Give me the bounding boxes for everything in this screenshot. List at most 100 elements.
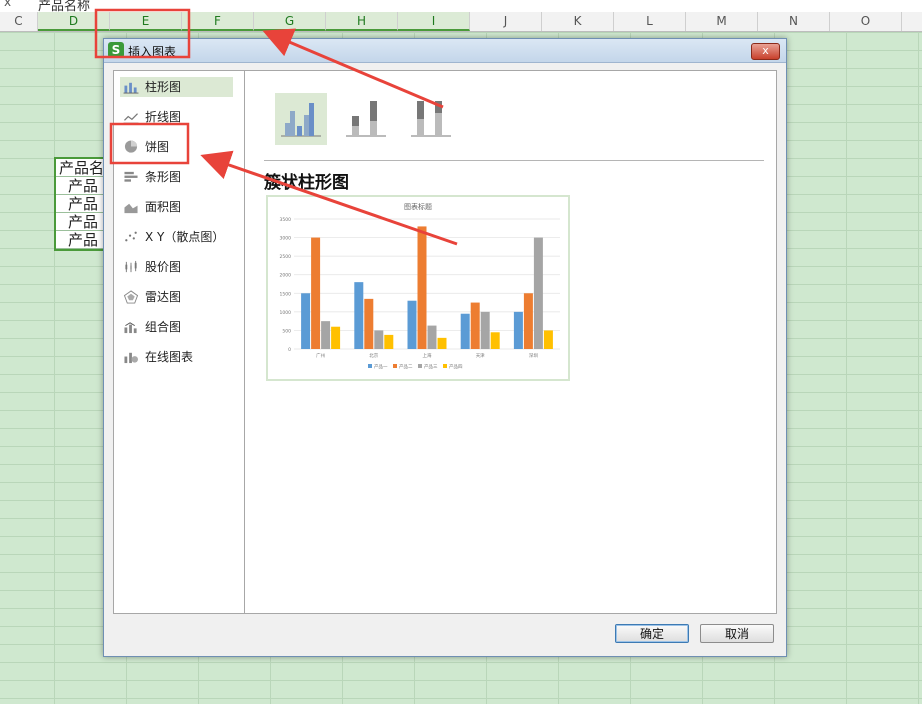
column-header-h[interactable]: H: [326, 12, 398, 31]
bar: [407, 300, 417, 349]
category-item-line-chart[interactable]: 折线图: [120, 107, 233, 127]
bar: [427, 325, 437, 349]
bar: [490, 332, 500, 349]
category-item-bar-chart[interactable]: 条形图: [120, 167, 233, 187]
cell[interactable]: 产品: [56, 177, 104, 195]
category-label: 条形图: [145, 170, 182, 184]
bar: [470, 302, 480, 349]
bar: [301, 293, 311, 349]
category-item-area-chart[interactable]: 面积图: [120, 197, 233, 217]
y-tick-label: 1000: [280, 310, 292, 316]
bar: [417, 226, 427, 349]
pie-chart-icon: [124, 140, 138, 153]
column-header-g[interactable]: G: [254, 12, 326, 31]
column-header-k[interactable]: K: [542, 12, 614, 31]
category-label: 饼图: [145, 140, 170, 154]
y-tick-label: 500: [282, 328, 291, 334]
bar: [480, 311, 490, 349]
category-label: 雷达图: [145, 290, 182, 304]
subtype-clustered-column[interactable]: [275, 93, 327, 145]
y-tick-label: 0: [288, 347, 291, 353]
subtype-stacked-column[interactable]: [340, 93, 392, 145]
subtype-percent-stacked-column[interactable]: [405, 93, 457, 145]
x-tick-label: 天津: [476, 352, 485, 359]
formula-cancel-icon[interactable]: x: [4, 0, 11, 9]
bar: [533, 237, 543, 349]
chart-type-name: 簇状柱形图: [264, 173, 349, 193]
area-chart-icon: [124, 203, 138, 214]
bar: [437, 337, 447, 349]
legend-swatch: [393, 364, 397, 368]
column-header-c[interactable]: C: [0, 12, 38, 31]
bar: [374, 330, 384, 349]
chart-title: 图表标题: [404, 202, 432, 211]
legend-swatch: [443, 364, 447, 368]
dialog-titlebar[interactable]: S 插入图表 x: [104, 39, 786, 63]
bar: [311, 237, 321, 349]
category-item-scatter-chart[interactable]: X Y（散点图）: [120, 227, 233, 247]
clustered-column-icon: [281, 103, 321, 137]
category-item-column-chart[interactable]: 柱形图: [120, 77, 233, 97]
bar: [460, 313, 470, 349]
bar: [364, 298, 374, 349]
preview-chart: 图表标题 0 500 1000 1500 2000 2500 3000 3500 广州 北京 上海 天津…: [280, 202, 560, 370]
legend-swatch: [418, 364, 422, 368]
category-item-radar-chart[interactable]: 雷达图: [120, 287, 233, 307]
scatter-chart-icon: [125, 231, 137, 242]
column-header-f[interactable]: F: [182, 12, 254, 31]
column-header-o[interactable]: O: [830, 12, 902, 31]
divider: [264, 160, 764, 161]
line-chart-icon: [123, 113, 139, 124]
chart-category-list: 柱形图折线图饼图条形图面积图 X Y（散点图） 股价图雷达图组合图在线图表: [114, 71, 245, 613]
y-tick-label: 3500: [280, 217, 292, 223]
chart-options-panel: 簇状柱形图 图表标题 0 500 1000 1500 2000 2500 3000 3500 广州…: [245, 71, 776, 613]
bar: [543, 330, 553, 349]
y-tick-label: 3000: [280, 236, 292, 242]
cell[interactable]: 产品: [56, 231, 104, 249]
legend-label: 产品二: [399, 363, 413, 370]
selected-range[interactable]: 产品名 产品 产品 产品 产品: [54, 157, 106, 251]
cell[interactable]: 产品名: [56, 159, 104, 177]
close-button[interactable]: x: [751, 43, 780, 60]
category-label: 折线图: [145, 110, 182, 124]
x-tick-label: 上海: [423, 352, 432, 359]
ok-button[interactable]: 确定: [615, 624, 689, 643]
column-header-j[interactable]: J: [470, 12, 542, 31]
category-label: 面积图: [145, 200, 182, 214]
column-header-l[interactable]: L: [614, 12, 686, 31]
dialog-title: 插入图表: [128, 45, 177, 59]
category-item-online-chart[interactable]: 在线图表: [120, 347, 233, 367]
category-item-combo-chart[interactable]: 组合图: [120, 317, 233, 337]
category-label: 在线图表: [145, 350, 194, 364]
bar: [354, 282, 364, 349]
y-tick-label: 2000: [280, 273, 292, 279]
bar: [331, 326, 341, 349]
category-label: 组合图: [145, 320, 182, 334]
bar: [523, 293, 533, 349]
online-chart-icon: [124, 352, 138, 364]
percent-stacked-column-icon: [411, 101, 451, 137]
stock-chart-icon: [125, 260, 137, 273]
stacked-column-icon: [346, 101, 386, 137]
category-item-stock-chart[interactable]: 股价图: [120, 257, 233, 277]
wps-spreadsheet-icon: S: [108, 42, 124, 58]
cell[interactable]: 产品: [56, 195, 104, 213]
column-header-e[interactable]: E: [110, 12, 182, 31]
category-item-pie-chart[interactable]: 饼图: [120, 137, 233, 157]
cell[interactable]: 产品: [56, 213, 104, 231]
bar-chart-icon: [124, 171, 138, 182]
x-tick-label: 深圳: [529, 352, 538, 359]
column-chart-icon: [123, 82, 139, 94]
insert-chart-dialog: S 插入图表 x 柱形图折线图饼图条形图面积图 X Y（散点图） 股价图雷达图组合图…: [103, 38, 787, 657]
column-header-m[interactable]: M: [686, 12, 758, 31]
radar-chart-icon: [123, 290, 139, 304]
column-header-i[interactable]: I: [398, 12, 470, 31]
bar: [321, 321, 331, 349]
column-header-n[interactable]: N: [758, 12, 830, 31]
cancel-button[interactable]: 取消: [700, 624, 774, 643]
column-header-d[interactable]: D: [38, 12, 110, 31]
legend-label: 产品一: [374, 363, 388, 370]
y-tick-label: 2500: [280, 254, 292, 260]
bar: [513, 311, 523, 349]
column-header: CDEFGHIJKLMNO: [0, 12, 922, 32]
